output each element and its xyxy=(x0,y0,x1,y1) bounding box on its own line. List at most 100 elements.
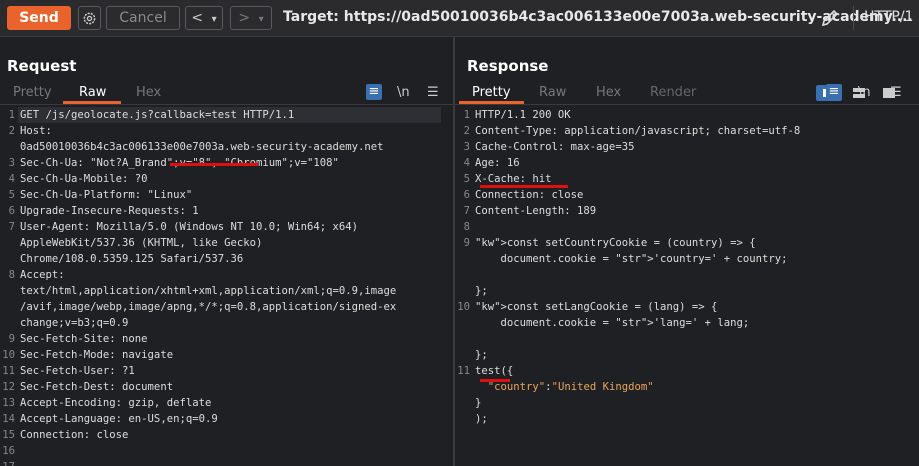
response-line: 4 Age: 16 xyxy=(455,155,919,171)
request-newline-toggle-icon[interactable]: \n xyxy=(397,85,410,100)
request-line-number: 14 xyxy=(2,413,15,425)
response-title: Response xyxy=(467,57,549,75)
response-tab-hex[interactable]: Hex xyxy=(596,85,621,100)
request-line-text: Sec-Ch-Ua-Platform: "Linux" xyxy=(20,189,193,201)
request-line-text: text/html,application/xhtml+xml,applicat… xyxy=(20,285,397,297)
request-line-text: AppleWebKit/537.36 (KHTML, like Gecko) xyxy=(20,237,263,249)
request-line-number: 10 xyxy=(2,349,15,361)
response-tab-raw[interactable]: Raw xyxy=(539,85,566,100)
settings-gear-icon[interactable] xyxy=(78,6,101,30)
send-button[interactable]: Send xyxy=(7,6,71,30)
request-line-text: Accept: xyxy=(20,269,65,281)
response-line-text: }; xyxy=(475,285,488,297)
back-arrow-icon: < xyxy=(191,10,204,26)
response-line-number: 3 xyxy=(463,141,470,153)
request-line: 12 Sec-Fetch-Dest: document xyxy=(0,379,453,395)
response-editor[interactable]: 1 HTTP/1.1 200 OK 2 Content-Type: applicati… xyxy=(455,107,919,466)
response-line-text: } xyxy=(475,397,482,409)
request-tab-hex[interactable]: Hex xyxy=(136,85,161,100)
response-line-text: ); xyxy=(475,413,488,425)
response-line-number: 6 xyxy=(463,189,470,201)
response-line: 3 Cache-Control: max-age=35 xyxy=(455,139,919,155)
response-line-number: 4 xyxy=(463,157,470,169)
response-line-number: 8 xyxy=(463,221,470,233)
response-line: ); xyxy=(455,411,919,427)
response-newline-toggle-icon[interactable]: \n xyxy=(858,85,871,100)
response-line-number: 5 xyxy=(463,173,470,185)
request-tab-raw[interactable]: Raw xyxy=(79,85,106,100)
http-version-selector[interactable]: HTTP/1 xyxy=(864,9,913,25)
request-line-text: User-Agent: Mozilla/5.0 (Windows NT 10.0… xyxy=(20,221,359,233)
response-message-actions-icon[interactable]: ≡ xyxy=(826,84,842,100)
response-tab-pretty[interactable]: Pretty xyxy=(472,85,511,100)
request-active-tab-indicator xyxy=(63,101,121,104)
request-line-text: /avif,image/webp,image/apng,*/*;q=0.8,ap… xyxy=(20,301,397,313)
response-line: "country":"United Kingdom" xyxy=(455,379,919,395)
request-line-number: 12 xyxy=(2,381,15,393)
edit-target-pencil-icon[interactable] xyxy=(820,8,842,28)
request-message-actions-icon[interactable]: ≡ xyxy=(366,84,382,100)
response-line: 1 HTTP/1.1 200 OK xyxy=(455,107,919,123)
request-line-number: 1 xyxy=(8,109,15,121)
request-line-text: change;v=b3;q=0.9 xyxy=(20,317,129,329)
response-tabs: Pretty Raw Hex Render ≡ \n ☰ xyxy=(455,82,919,105)
request-line-text: Upgrade-Insecure-Requests: 1 xyxy=(20,205,199,217)
request-line: /avif,image/webp,image/apng,*/*;q=0.8,ap… xyxy=(0,299,453,315)
response-line xyxy=(455,267,919,283)
request-line: 17 xyxy=(0,459,453,466)
cancel-button[interactable]: Cancel xyxy=(106,6,180,30)
response-pane: Response Pretty Raw Hex Render ≡ \n ☰ 1H… xyxy=(455,37,919,466)
response-line-number: 2 xyxy=(463,125,470,137)
request-line-text: Accept-Language: en-US,en;q=0.9 xyxy=(20,413,218,425)
back-button[interactable]: < ▾ xyxy=(185,6,223,30)
request-line-number: 2 xyxy=(8,125,15,137)
response-line xyxy=(455,331,919,347)
back-dropdown-icon[interactable]: ▾ xyxy=(212,14,217,25)
response-line-number: 11 xyxy=(457,365,470,377)
response-line-text: }; xyxy=(475,349,488,361)
response-line-number: 10 xyxy=(457,301,470,313)
request-line-text: GET /js/geolocate.js?callback=test HTTP/… xyxy=(20,109,295,121)
forward-button[interactable]: > ▾ xyxy=(230,6,272,30)
response-line: document.cookie = "str">'lang=' + lang; xyxy=(455,315,919,331)
response-line: document.cookie = "str">'country=' + cou… xyxy=(455,251,919,267)
response-active-tab-indicator xyxy=(459,101,524,104)
request-line-number: 6 xyxy=(8,205,15,217)
request-line: 16 xyxy=(0,443,453,459)
response-line: 6 Connection: close xyxy=(455,187,919,203)
request-pane: Request Pretty Raw Hex ≡ \n ☰ 1 GET /js/g… xyxy=(0,37,455,466)
response-line-text: document.cookie = "str">'lang=' + lang; xyxy=(475,317,750,329)
response-line: 8 xyxy=(455,219,919,235)
response-line-text: document.cookie = "str">'country=' + cou… xyxy=(475,253,788,265)
response-menu-icon[interactable]: ☰ xyxy=(890,85,902,100)
test-callback-underline xyxy=(480,379,510,382)
response-line-text: Connection: close xyxy=(475,189,584,201)
response-line-text: Content-Type: application/javascript; ch… xyxy=(475,125,801,137)
request-line-number: 4 xyxy=(8,173,15,185)
request-line-text: Sec-Fetch-Site: none xyxy=(20,333,148,345)
request-menu-icon[interactable]: ☰ xyxy=(427,85,439,100)
response-line-text: test({ xyxy=(475,365,514,377)
request-line-number: 11 xyxy=(2,365,15,377)
request-line: 6 Upgrade-Insecure-Requests: 1 xyxy=(0,203,453,219)
forward-dropdown-icon[interactable]: ▾ xyxy=(259,14,264,25)
request-line-number: 5 xyxy=(8,189,15,201)
response-line: 10 "kw">const setLangCookie = (lang) => { xyxy=(455,299,919,315)
request-editor[interactable]: 1 GET /js/geolocate.js?callback=test HTTP… xyxy=(0,107,453,466)
request-line: 9 Sec-Fetch-Site: none xyxy=(0,331,453,347)
request-tabs: Pretty Raw Hex ≡ \n ☰ xyxy=(0,82,453,105)
request-line: 0ad50010036b4c3ac006133e00e7003a.web-sec… xyxy=(0,139,453,155)
callback-param-underline xyxy=(170,163,258,166)
request-tab-pretty[interactable]: Pretty xyxy=(13,85,52,100)
request-line-text: Sec-Fetch-User: ?1 xyxy=(20,365,135,377)
response-line-text: Cache-Control: max-age=35 xyxy=(475,141,635,153)
toolbar-divider xyxy=(853,6,854,30)
response-line-text: "kw">const setCountryCookie = (country) … xyxy=(475,237,756,249)
target-url: Target: https://0ad50010036b4c3ac006133e… xyxy=(283,9,913,25)
response-line: }; xyxy=(455,347,919,363)
request-line-text: Sec-Ch-Ua-Mobile: ?0 xyxy=(20,173,148,185)
response-line: 11 test({ xyxy=(455,363,919,379)
response-tab-render[interactable]: Render xyxy=(650,85,696,100)
request-line-number: 16 xyxy=(2,445,15,457)
response-line-number: 7 xyxy=(463,205,470,217)
